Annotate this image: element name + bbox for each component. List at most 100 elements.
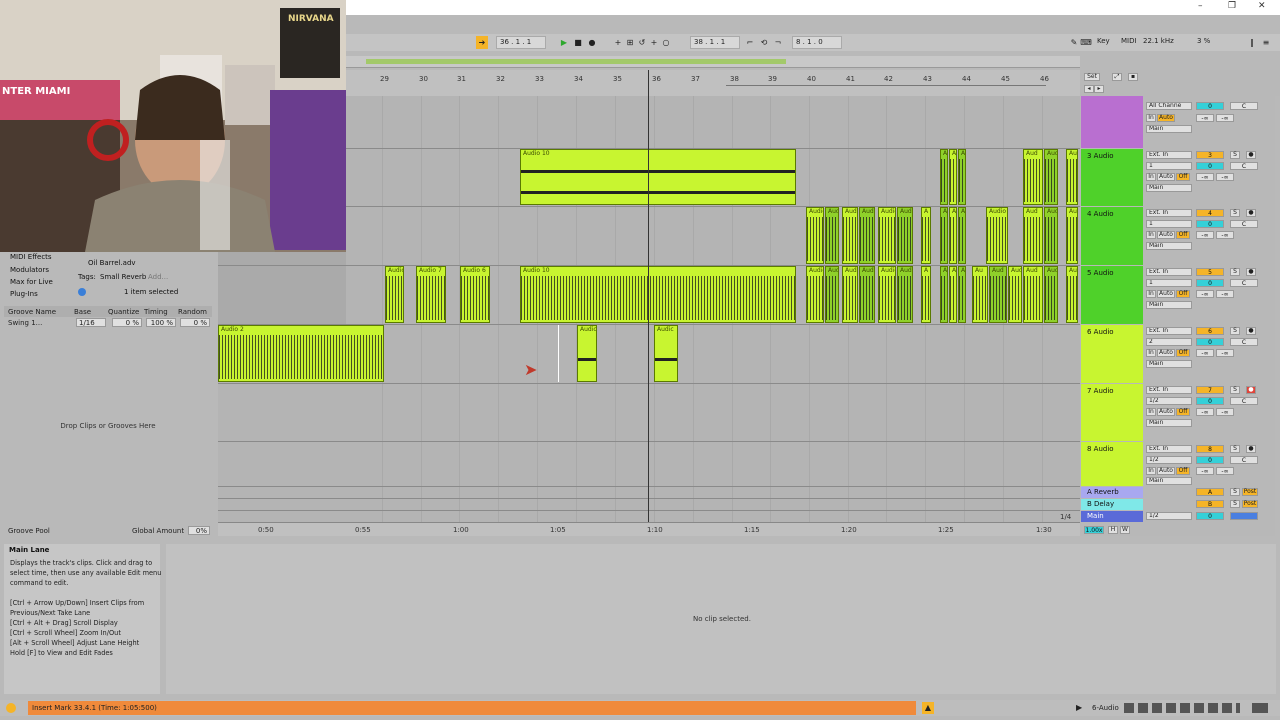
input-type-select[interactable]: All Channe [1146, 102, 1192, 110]
audio-clip[interactable]: Audio 10 [520, 266, 796, 323]
input-type-select[interactable]: Ext. In [1146, 151, 1192, 159]
track-header[interactable]: 3 Audio [1081, 149, 1143, 206]
browser-item-max-for-live[interactable]: Max for Live [10, 278, 53, 286]
return-track-name[interactable]: B Delay [1087, 500, 1114, 508]
metronome-icon[interactable]: ○ [660, 36, 672, 49]
audio-clip[interactable]: Audio [986, 207, 1008, 264]
info-icon[interactable] [78, 288, 86, 296]
track-name[interactable]: 4 Audio [1087, 210, 1114, 218]
track-pan[interactable]: C [1230, 397, 1258, 405]
audio-clip[interactable]: Aud [989, 266, 1007, 323]
audio-clip[interactable]: Audic [806, 207, 824, 264]
session-record-icon[interactable]: + [648, 36, 660, 49]
track-header[interactable]: 7 Audio [1081, 384, 1143, 441]
alert-icon[interactable]: ▲ [922, 702, 934, 714]
track-name[interactable]: 7 Audio [1087, 387, 1114, 395]
audio-clip[interactable]: Audic [842, 207, 858, 264]
zoom-readout[interactable]: 1.00x [1084, 526, 1104, 534]
return-letter[interactable]: A [1196, 488, 1224, 496]
track-number[interactable]: 8 [1196, 445, 1224, 453]
solo-button[interactable]: S [1230, 327, 1240, 335]
audio-clip[interactable]: Audic [842, 266, 858, 323]
send-a[interactable]: -∞ [1196, 290, 1214, 298]
audio-clip[interactable]: Aud [825, 266, 839, 323]
arrangement-position-field[interactable]: 36 . 1 . 1 [496, 36, 546, 49]
time-ruler[interactable]: 0:50 0:55 1:00 1:05 1:10 1:15 1:20 1:25 … [218, 513, 1080, 536]
monitor-auto-button[interactable]: Auto [1157, 408, 1175, 416]
overview-toggle-icon[interactable]: ‖ [1246, 36, 1258, 49]
track-name[interactable]: 3 Audio [1087, 152, 1114, 160]
audio-clip[interactable]: Audio 7 [416, 266, 446, 323]
play-icon[interactable]: ▶ [558, 36, 570, 49]
audio-clip[interactable]: Aud [1044, 207, 1058, 264]
arm-button[interactable]: ● [1246, 445, 1256, 453]
audio-clip[interactable]: Aud [825, 207, 839, 264]
input-type-select[interactable]: Ext. In [1146, 209, 1192, 217]
midi-map-button[interactable]: MIDI [1118, 36, 1140, 49]
audio-clip[interactable]: A [921, 266, 931, 323]
send-a[interactable]: -∞ [1196, 349, 1214, 357]
track-nav-icon[interactable]: ▶ [1076, 703, 1082, 712]
loop-start-field[interactable]: 38 . 1 . 1 [690, 36, 740, 49]
solo-button[interactable]: S [1230, 268, 1240, 276]
audio-clip[interactable]: Au [972, 266, 988, 323]
audio-clip[interactable]: A [949, 207, 957, 264]
solo-button[interactable]: S [1230, 500, 1240, 508]
audio-clip[interactable]: Audio 6 [460, 266, 490, 323]
track-header[interactable]: 4 Audio [1081, 207, 1143, 265]
solo-button[interactable]: S [1230, 209, 1240, 217]
audio-clip[interactable]: Aud [859, 266, 875, 323]
send-b[interactable]: -∞ [1216, 114, 1234, 122]
output-select[interactable]: Main [1146, 360, 1192, 368]
audio-clip[interactable]: Aud [1023, 266, 1043, 323]
input-channel-select[interactable]: 1 [1146, 220, 1192, 228]
input-type-select[interactable]: Ext. In [1146, 386, 1192, 394]
post-button[interactable]: Post [1242, 488, 1258, 496]
punch-out-icon[interactable]: ¬ [772, 36, 784, 49]
audio-clip[interactable]: A [949, 149, 957, 205]
solo-button[interactable]: S [1230, 445, 1240, 453]
monitor-in-button[interactable]: In [1146, 467, 1156, 475]
input-type-select[interactable]: Ext. In [1146, 445, 1192, 453]
browser-file[interactable]: Oil Barrel.adv [88, 259, 136, 267]
browser-item-midi-effects[interactable]: MIDI Effects [10, 253, 52, 261]
send-b[interactable]: -∞ [1216, 231, 1234, 239]
w-button[interactable]: W [1120, 526, 1130, 534]
monitor-auto-button[interactable]: Auto [1157, 231, 1175, 239]
send-b[interactable]: -∞ [1216, 349, 1234, 357]
audio-clip[interactable]: Au [1066, 266, 1078, 323]
input-channel-select[interactable]: 1/2 [1146, 397, 1192, 405]
track-number[interactable]: 7 [1196, 386, 1224, 394]
output-select[interactable]: Main [1146, 242, 1192, 250]
audio-clip[interactable]: Aud [1044, 149, 1058, 205]
send-a[interactable]: -∞ [1196, 173, 1214, 181]
output-select[interactable]: Main [1146, 301, 1192, 309]
monitor-off-button[interactable]: Off [1176, 173, 1190, 181]
audio-clip[interactable]: Au [1066, 149, 1078, 205]
monitor-off-button[interactable]: Off [1176, 231, 1190, 239]
track-pan[interactable]: C [1230, 220, 1258, 228]
track-pan[interactable]: C [1230, 279, 1258, 287]
track-name[interactable]: 6 Audio [1087, 328, 1114, 336]
monitor-off-button[interactable]: Off [1176, 467, 1190, 475]
send-a[interactable]: -∞ [1196, 467, 1214, 475]
computer-keyboard-icon[interactable]: ⌨ [1080, 36, 1092, 49]
audio-clip[interactable]: A [958, 149, 966, 205]
monitor-in-button[interactable]: In [1146, 408, 1156, 416]
send-a[interactable]: -∞ [1196, 114, 1214, 122]
audio-clip[interactable]: A [940, 207, 948, 264]
track-header[interactable]: 5 Audio [1081, 266, 1143, 324]
audio-clip[interactable]: Audic [385, 266, 404, 323]
monitor-auto-button[interactable]: Auto [1157, 467, 1175, 475]
track-number[interactable]: 6 [1196, 327, 1224, 335]
main-channel-select[interactable]: 1/2 [1146, 512, 1192, 520]
close-icon[interactable]: ✕ [1258, 1, 1266, 11]
track-number[interactable]: 5 [1196, 268, 1224, 276]
groove-random[interactable]: 0 % [180, 318, 210, 327]
audio-clip[interactable]: A [949, 266, 957, 323]
nav-forward-icon[interactable]: ▸ [1094, 85, 1104, 93]
audio-clip[interactable]: Audic [806, 266, 824, 323]
send-a[interactable]: -∞ [1196, 408, 1214, 416]
arrangement-overview[interactable] [346, 56, 1080, 68]
tag-add[interactable]: Add... [148, 273, 168, 281]
